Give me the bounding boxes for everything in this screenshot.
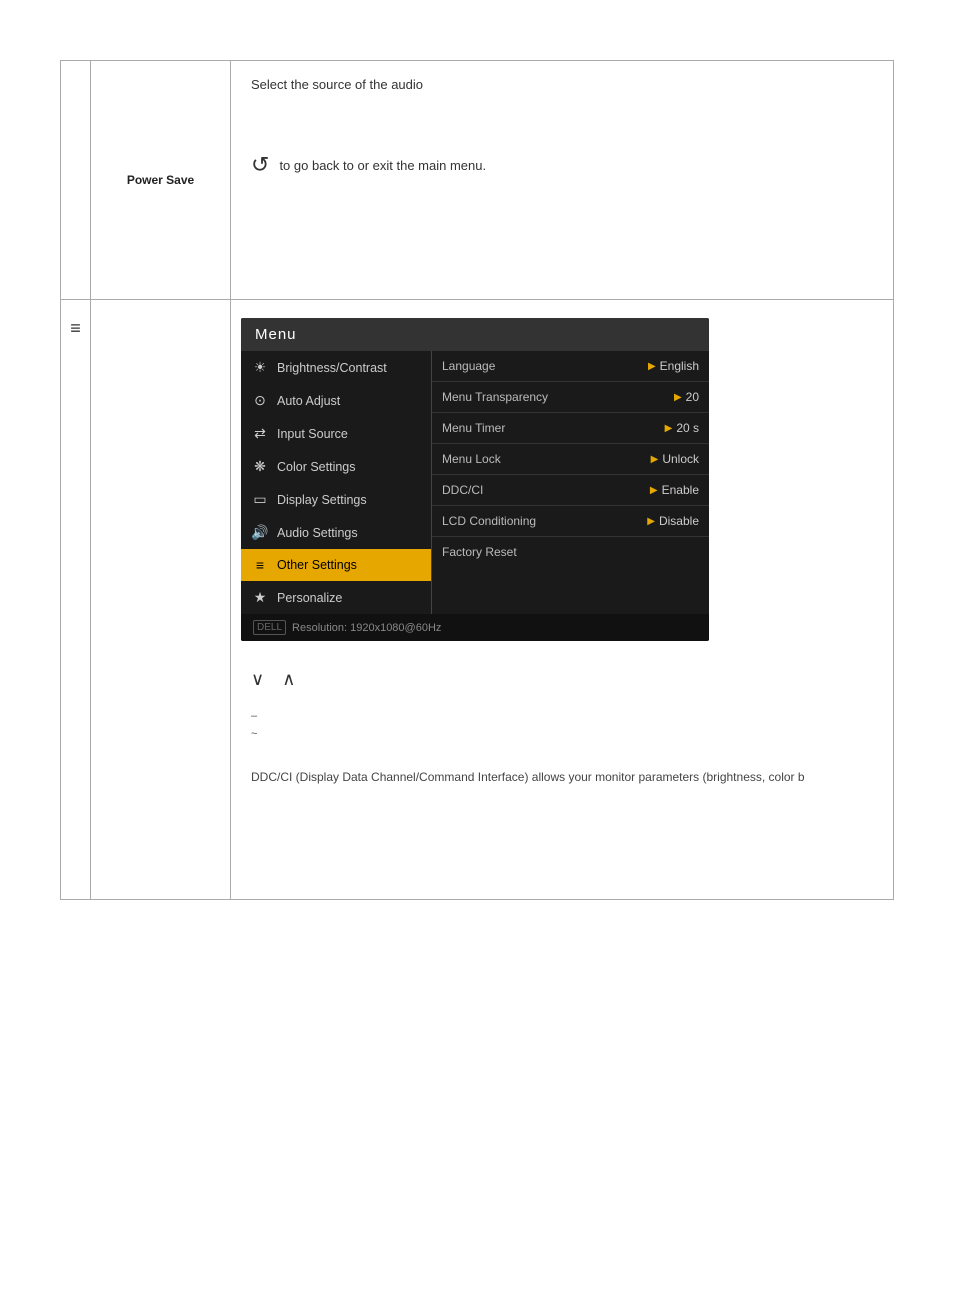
small-note-2: ~ — [251, 728, 873, 740]
bottom-col-main: Menu ☀ Brightness/Contrast ⊙ Auto Adjust… — [231, 300, 893, 899]
color-settings-icon: ❋ — [251, 458, 269, 475]
other-settings-icon: ≡ — [251, 557, 269, 573]
auto-adjust-label: Auto Adjust — [277, 394, 421, 408]
osd-right-panel: Language ▶ English Menu Transparency ▶ 2… — [431, 351, 709, 614]
ddc-ci-value: Enable — [662, 483, 699, 497]
language-value: English — [660, 359, 699, 373]
nav-arrows: ∨ ∧ — [251, 669, 873, 690]
dell-logo: DELL — [253, 620, 286, 635]
right-item-menu-lock[interactable]: Menu Lock ▶ Unlock — [432, 444, 709, 475]
bottom-section: ≡ Menu ☀ Brightness/Contrast ⊙ Auto Adju… — [60, 300, 894, 900]
lcd-conditioning-arrow-icon: ▶ — [647, 516, 655, 527]
audio-settings-label: Audio Settings — [277, 526, 421, 540]
language-arrow-icon: ▶ — [648, 361, 656, 372]
bottom-col-mid — [91, 300, 231, 899]
menu-lock-label: Menu Lock — [442, 452, 651, 466]
display-settings-label: Display Settings — [277, 493, 421, 507]
right-item-ddc-ci[interactable]: DDC/CI ▶ Enable — [432, 475, 709, 506]
chevron-up-icon[interactable]: ∧ — [282, 669, 295, 690]
personalize-icon: ★ — [251, 589, 269, 606]
right-item-factory-reset[interactable]: Factory Reset — [432, 537, 709, 567]
menu-lock-arrow-icon: ▶ — [651, 454, 659, 465]
sidebar-item-audio-settings[interactable]: 🔊 Audio Settings — [241, 516, 431, 549]
ddc-ci-arrow-icon: ▶ — [650, 485, 658, 496]
audio-settings-icon: 🔊 — [251, 524, 269, 541]
lcd-conditioning-value: Disable — [659, 514, 699, 528]
sidebar-item-input-source[interactable]: ⇄ Input Source — [241, 417, 431, 450]
osd-left-panel: ☀ Brightness/Contrast ⊙ Auto Adjust ⇄ In… — [241, 351, 431, 614]
factory-reset-label: Factory Reset — [442, 545, 699, 559]
sidebar-item-auto-adjust[interactable]: ⊙ Auto Adjust — [241, 384, 431, 417]
osd-menu-title: Menu — [241, 318, 709, 351]
color-settings-label: Color Settings — [277, 460, 421, 474]
other-settings-label: Other Settings — [277, 558, 421, 572]
menu-timer-arrow-icon: ▶ — [665, 423, 673, 434]
lcd-conditioning-label: LCD Conditioning — [442, 514, 647, 528]
power-save-label: Power Save — [127, 173, 194, 187]
osd-footer: DELL Resolution: 1920x1080@60Hz — [241, 614, 709, 641]
ddc-ci-description: DDC/CI (Display Data Channel/Command Int… — [251, 770, 873, 784]
menu-lock-value: Unlock — [662, 452, 699, 466]
top-col-main: Select the source of the audio ↺ to go b… — [231, 61, 893, 299]
menu-icon: ≡ — [70, 318, 81, 339]
sidebar-item-color-settings[interactable]: ❋ Color Settings — [241, 450, 431, 483]
top-description: Select the source of the audio — [251, 77, 873, 92]
menu-timer-label: Menu Timer — [442, 421, 665, 435]
osd-menu: Menu ☀ Brightness/Contrast ⊙ Auto Adjust… — [241, 318, 709, 641]
right-item-menu-timer[interactable]: Menu Timer ▶ 20 s — [432, 413, 709, 444]
top-col-mid: Power Save — [91, 61, 231, 299]
brightness-label: Brightness/Contrast — [277, 361, 421, 375]
input-source-label: Input Source — [277, 427, 421, 441]
osd-menu-body: ☀ Brightness/Contrast ⊙ Auto Adjust ⇄ In… — [241, 351, 709, 614]
menu-transparency-value: 20 — [686, 390, 699, 404]
bottom-col-narrow: ≡ — [61, 300, 91, 899]
brightness-icon: ☀ — [251, 359, 269, 376]
right-item-lcd-conditioning[interactable]: LCD Conditioning ▶ Disable — [432, 506, 709, 537]
personalize-label: Personalize — [277, 591, 421, 605]
right-item-menu-transparency[interactable]: Menu Transparency ▶ 20 — [432, 382, 709, 413]
menu-timer-value: 20 s — [676, 421, 699, 435]
sidebar-item-personalize[interactable]: ★ Personalize — [241, 581, 431, 614]
below-menu: ∨ ∧ – ~ DDC/CI (Display Data Channel/Com… — [231, 649, 893, 784]
back-row: ↺ to go back to or exit the main menu. — [251, 152, 873, 178]
top-section: Power Save Select the source of the audi… — [60, 60, 894, 300]
back-text: to go back to or exit the main menu. — [279, 158, 486, 173]
display-settings-icon: ▭ — [251, 491, 269, 508]
back-arrow-icon: ↺ — [251, 152, 269, 178]
right-item-language[interactable]: Language ▶ English — [432, 351, 709, 382]
sidebar-item-brightness-contrast[interactable]: ☀ Brightness/Contrast — [241, 351, 431, 384]
language-label: Language — [442, 359, 648, 373]
input-source-icon: ⇄ — [251, 425, 269, 442]
sidebar-item-display-settings[interactable]: ▭ Display Settings — [241, 483, 431, 516]
ddc-ci-label: DDC/CI — [442, 483, 650, 497]
auto-adjust-icon: ⊙ — [251, 392, 269, 409]
chevron-down-icon[interactable]: ∨ — [251, 669, 264, 690]
menu-transparency-arrow-icon: ▶ — [674, 392, 682, 403]
resolution-text: Resolution: 1920x1080@60Hz — [292, 622, 441, 634]
small-note-1: – — [251, 710, 873, 722]
sidebar-item-other-settings[interactable]: ≡ Other Settings — [241, 549, 431, 581]
menu-transparency-label: Menu Transparency — [442, 390, 674, 404]
top-col-narrow — [61, 61, 91, 299]
